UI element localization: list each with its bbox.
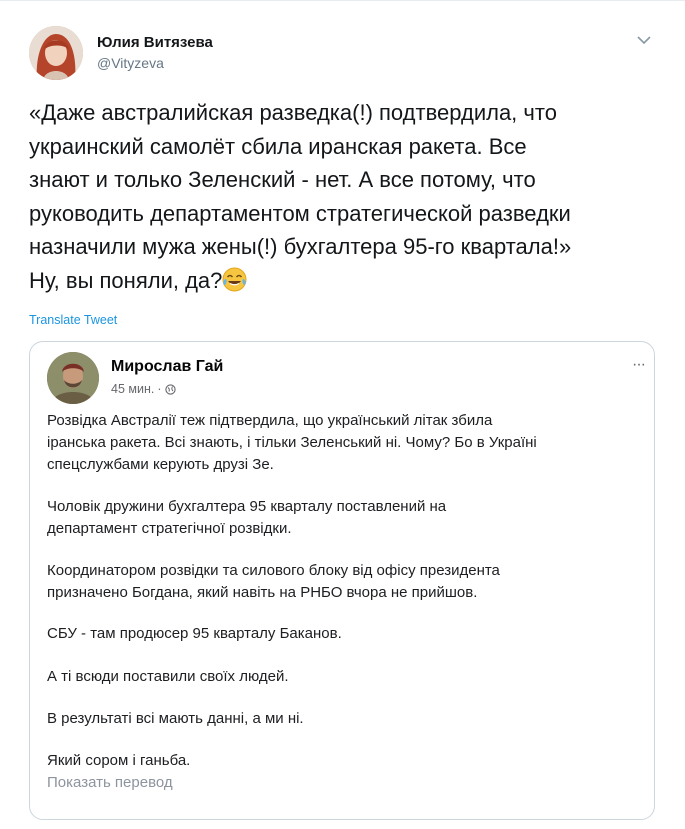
- more-options-icon[interactable]: ···: [632, 356, 646, 374]
- quoted-paragraph-5: А ті всюди поставили своїх людей.: [47, 668, 289, 685]
- tweet-text: «Даже австралийская разведка(!) подтверд…: [29, 96, 669, 297]
- quoted-author-name[interactable]: Мирослав Гай: [111, 358, 223, 376]
- author-handle[interactable]: @Vityzeva: [97, 55, 164, 71]
- quoted-post-time[interactable]: 45 мин.: [111, 382, 154, 396]
- meta-separator: ·: [157, 382, 162, 396]
- quoted-post-meta: 45 мин. ·: [111, 382, 176, 396]
- quoted-paragraph-4: СБУ - там продюсер 95 кварталу Баканов.: [47, 625, 342, 642]
- chevron-down-icon[interactable]: [636, 33, 652, 47]
- face-with-tears-of-joy-icon: [222, 267, 247, 292]
- quoted-paragraph-6: В результаті всі мають данні, а ми ні.: [47, 710, 304, 727]
- quoted-paragraph-7: Який сором і ганьба.: [47, 752, 191, 769]
- quoted-paragraph-2: Чоловік дружини бухгалтера 95 кварталу п…: [47, 498, 447, 537]
- quoted-paragraph-3: Координатором розвідки та силового блоку…: [47, 562, 500, 601]
- translate-tweet-link[interactable]: Translate Tweet: [29, 313, 117, 327]
- quoted-post-card[interactable]: Мирослав Гай 45 мин. · ··· Розвідка Авст…: [29, 341, 655, 820]
- author-name[interactable]: Юлия Витязева: [97, 34, 213, 51]
- author-avatar[interactable]: [29, 26, 83, 80]
- globe-icon: [164, 383, 176, 395]
- quoted-paragraph-1: Розвідка Австралії теж підтвердила, що у…: [47, 412, 537, 473]
- tweet-text-body: «Даже австралийская разведка(!) подтверд…: [29, 100, 572, 293]
- show-translation-link[interactable]: Показать перевод: [47, 774, 173, 791]
- top-divider: [0, 0, 685, 1]
- quoted-author-avatar[interactable]: [47, 352, 99, 404]
